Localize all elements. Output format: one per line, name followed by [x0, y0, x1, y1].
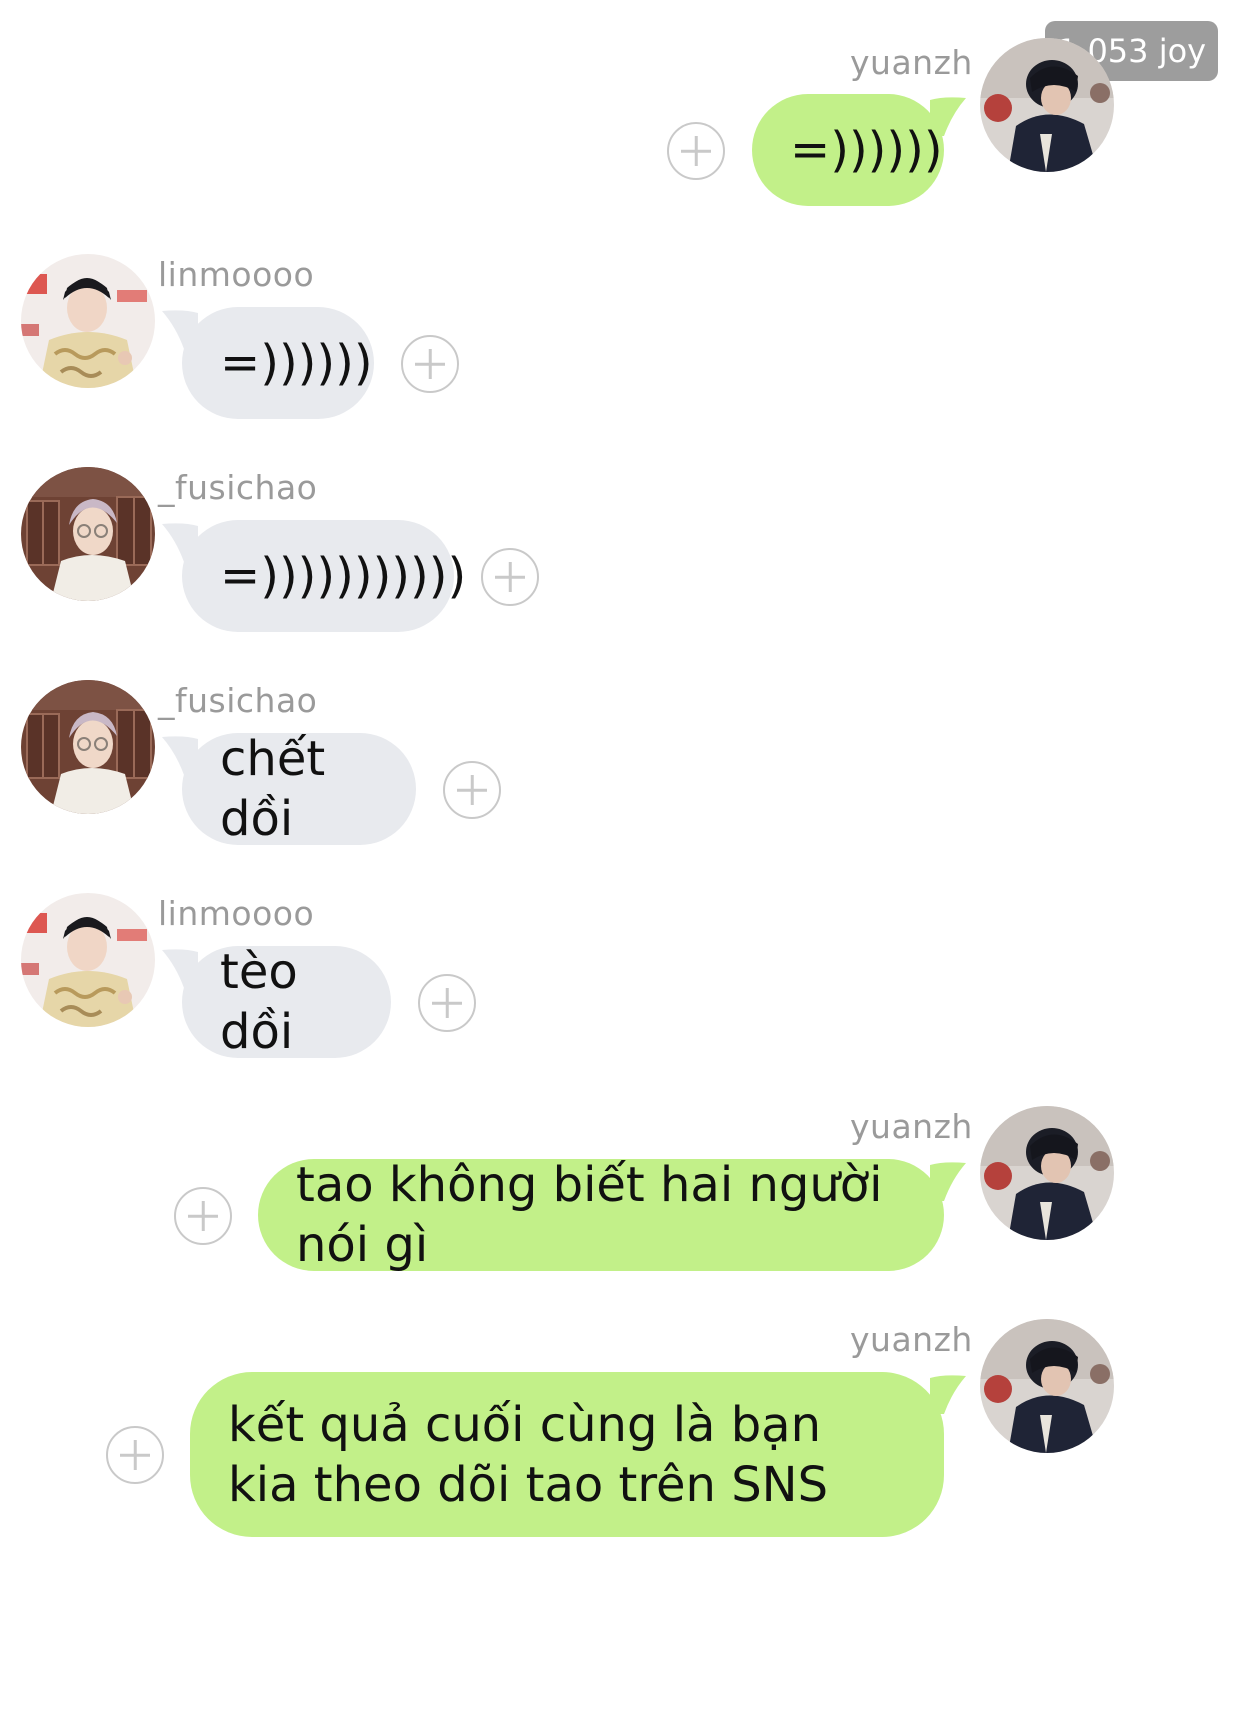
avatar[interactable] [21, 467, 155, 601]
message-bubble[interactable]: =)))))) [752, 94, 944, 206]
message-bubble[interactable]: =))))))))))) [182, 520, 466, 632]
avatar-image [980, 1319, 1114, 1453]
avatar[interactable] [21, 254, 155, 388]
avatar-image [21, 680, 155, 814]
message-bubble[interactable]: chết dồi [182, 731, 416, 847]
sender-name: yuanzh [850, 1320, 973, 1359]
message-bubble[interactable]: tao không biết hai người nói gì [258, 1157, 944, 1273]
add-reaction-icon[interactable] [418, 974, 476, 1032]
avatar[interactable] [980, 1319, 1114, 1453]
add-reaction-icon[interactable] [667, 122, 725, 180]
message-bubble[interactable]: kết quả cuối cùng là bạn kia theo dõi ta… [190, 1372, 944, 1537]
message-bubble[interactable]: tèo dồi [182, 944, 391, 1060]
sender-name: yuanzh [850, 43, 973, 82]
sender-name: linmoooo [158, 255, 315, 294]
add-reaction-icon[interactable] [481, 548, 539, 606]
avatar-image [21, 467, 155, 601]
avatar-image [21, 893, 155, 1027]
avatar[interactable] [980, 1106, 1114, 1240]
avatar[interactable] [21, 893, 155, 1027]
add-reaction-icon[interactable] [401, 335, 459, 393]
avatar-image [980, 1106, 1114, 1240]
add-reaction-icon[interactable] [106, 1426, 164, 1484]
sender-name: _fusichao [158, 468, 318, 507]
avatar-image [980, 38, 1114, 172]
add-reaction-icon[interactable] [174, 1187, 232, 1245]
add-reaction-icon[interactable] [443, 761, 501, 819]
sender-name: yuanzh [850, 1107, 973, 1146]
sender-name: _fusichao [158, 681, 318, 720]
message-bubble[interactable]: =)))))) [182, 307, 374, 419]
avatar[interactable] [980, 38, 1114, 172]
avatar[interactable] [21, 680, 155, 814]
avatar-image [21, 254, 155, 388]
sender-name: linmoooo [158, 894, 315, 933]
